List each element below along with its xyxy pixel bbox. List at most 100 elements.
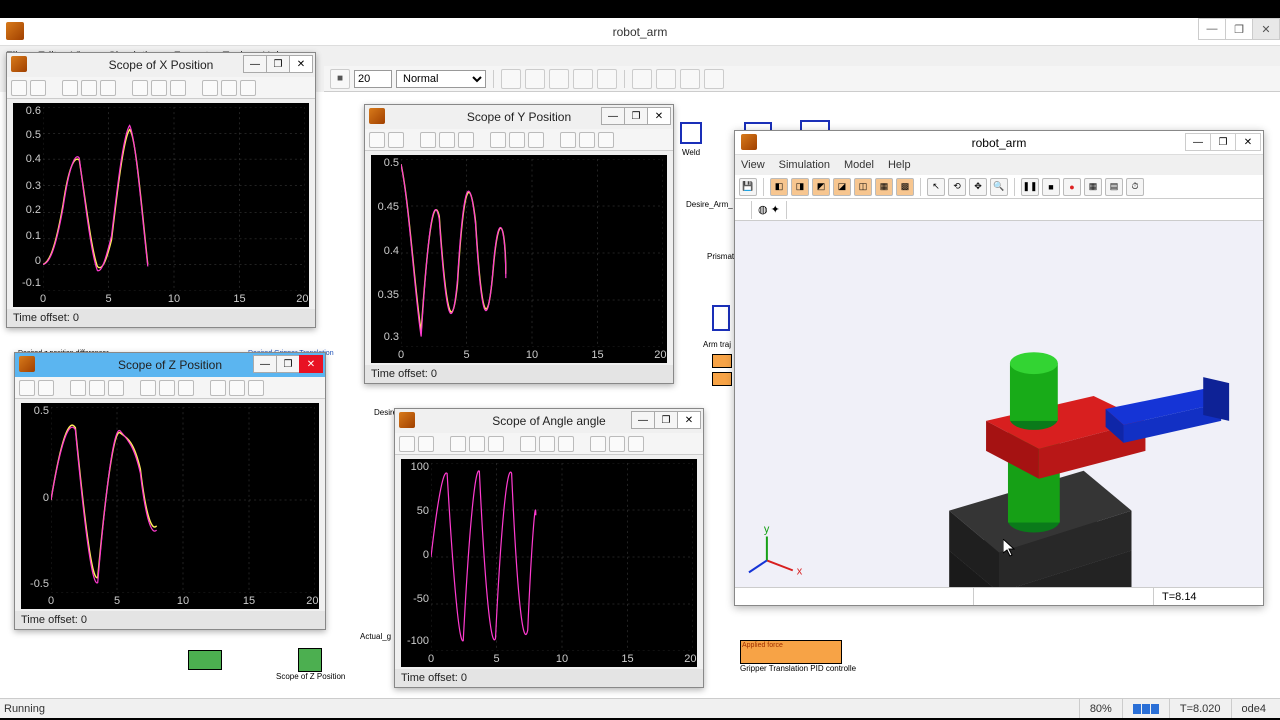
- maximize-button[interactable]: ❐: [1210, 133, 1236, 151]
- block-weld[interactable]: [680, 122, 702, 144]
- scope-angle-window[interactable]: Scope of Angle angle —❐✕ 10050 0-50 -100…: [394, 408, 704, 688]
- block-pid[interactable]: Applied force: [740, 640, 842, 664]
- save-axes-icon[interactable]: [539, 436, 555, 452]
- cube-icon[interactable]: ◪: [833, 178, 851, 196]
- restore-axes-icon[interactable]: [558, 436, 574, 452]
- autoscale-icon[interactable]: [490, 132, 506, 148]
- close-button[interactable]: ✕: [647, 107, 671, 125]
- stop-time-input[interactable]: [354, 70, 392, 88]
- pause-icon[interactable]: ❚❚: [1021, 178, 1039, 196]
- axes-icon[interactable]: ✦: [771, 203, 780, 216]
- close-button[interactable]: ✕: [1252, 18, 1280, 40]
- tb-icon[interactable]: [525, 69, 545, 89]
- cube-icon[interactable]: ◫: [854, 178, 872, 196]
- params-icon[interactable]: [30, 80, 46, 96]
- zoom-icon[interactable]: [450, 436, 466, 452]
- cube-icon[interactable]: ▩: [896, 178, 914, 196]
- pan-icon[interactable]: ✥: [969, 178, 987, 196]
- timer-icon[interactable]: ⏱: [1126, 178, 1144, 196]
- minimize-button[interactable]: —: [601, 107, 625, 125]
- lock-icon[interactable]: [609, 436, 625, 452]
- cube-icon[interactable]: ◨: [791, 178, 809, 196]
- mechanics-explorer-window[interactable]: robot_arm —❐✕ View Simulation Model Help…: [734, 130, 1264, 606]
- maximize-button[interactable]: ❐: [266, 55, 290, 73]
- minimize-button[interactable]: —: [253, 355, 277, 373]
- rotate-icon[interactable]: ⟲: [948, 178, 966, 196]
- block-green[interactable]: [188, 650, 222, 670]
- menu-simulation[interactable]: Simulation: [779, 159, 830, 171]
- maximize-button[interactable]: ❐: [1225, 18, 1253, 40]
- tb-icon[interactable]: [501, 69, 521, 89]
- save-axes-icon[interactable]: [159, 380, 175, 396]
- restore-axes-icon[interactable]: [528, 132, 544, 148]
- zoom-icon[interactable]: [70, 380, 86, 396]
- print-icon[interactable]: [399, 436, 415, 452]
- zoom-x-icon[interactable]: [89, 380, 105, 396]
- 3d-viewport[interactable]: x y: [735, 221, 1263, 587]
- scope-x-window[interactable]: Scope of X Position —❐✕ 0.60.5 0.40.3 0.…: [6, 52, 316, 328]
- float-icon[interactable]: [210, 380, 226, 396]
- menu-model[interactable]: Model: [844, 159, 874, 171]
- grid-icon[interactable]: ▤: [1105, 178, 1123, 196]
- lock-icon[interactable]: [221, 80, 237, 96]
- tb-icon[interactable]: [680, 69, 700, 89]
- minimize-button[interactable]: —: [243, 55, 267, 73]
- scope-z-window[interactable]: Scope of Z Position —❐✕ 0.5 0 -0.5 05 10…: [14, 352, 326, 630]
- close-button[interactable]: ✕: [677, 411, 701, 429]
- block-scope-z[interactable]: [298, 648, 322, 672]
- print-icon[interactable]: [19, 380, 35, 396]
- menu-help[interactable]: Help: [888, 159, 911, 171]
- grid-icon[interactable]: ▦: [1084, 178, 1102, 196]
- save-icon[interactable]: 💾: [739, 178, 757, 196]
- minimize-button[interactable]: —: [1185, 133, 1211, 151]
- restore-axes-icon[interactable]: [170, 80, 186, 96]
- lock-icon[interactable]: [579, 132, 595, 148]
- autoscale-icon[interactable]: [520, 436, 536, 452]
- cube-icon[interactable]: ▦: [875, 178, 893, 196]
- params-icon[interactable]: [418, 436, 434, 452]
- menu-view[interactable]: View: [741, 159, 765, 171]
- scope-y-window[interactable]: Scope of Y Position —❐✕ 0.50.45 0.40.35 …: [364, 104, 674, 384]
- globe-icon[interactable]: ◍: [758, 203, 768, 216]
- zoom-x-icon[interactable]: [469, 436, 485, 452]
- cube-icon[interactable]: ◩: [812, 178, 830, 196]
- pointer-icon[interactable]: ↖: [927, 178, 945, 196]
- signal-icon[interactable]: [248, 380, 264, 396]
- tb-icon[interactable]: [573, 69, 593, 89]
- main-titlebar[interactable]: robot_arm — ❐ ✕: [0, 18, 1280, 46]
- maximize-button[interactable]: ❐: [624, 107, 648, 125]
- save-axes-icon[interactable]: [151, 80, 167, 96]
- zoom-x-icon[interactable]: [81, 80, 97, 96]
- params-icon[interactable]: [388, 132, 404, 148]
- maximize-button[interactable]: ❐: [276, 355, 300, 373]
- rec-icon[interactable]: ●: [1063, 178, 1081, 196]
- tb-icon[interactable]: [549, 69, 569, 89]
- zoom-x-icon[interactable]: [439, 132, 455, 148]
- autoscale-icon[interactable]: [132, 80, 148, 96]
- stop-icon[interactable]: ■: [1042, 178, 1060, 196]
- minimize-button[interactable]: —: [631, 411, 655, 429]
- mech-menubar[interactable]: View Simulation Model Help: [735, 155, 1263, 175]
- zoom-y-icon[interactable]: [108, 380, 124, 396]
- tb-icon[interactable]: [597, 69, 617, 89]
- cube-icon[interactable]: ◧: [770, 178, 788, 196]
- signal-icon[interactable]: [598, 132, 614, 148]
- save-axes-icon[interactable]: [509, 132, 525, 148]
- close-button[interactable]: ✕: [299, 355, 323, 373]
- zoom-icon[interactable]: [420, 132, 436, 148]
- autoscale-icon[interactable]: [140, 380, 156, 396]
- zoom-y-icon[interactable]: [458, 132, 474, 148]
- sim-mode-select[interactable]: Normal: [396, 70, 486, 88]
- stop-button[interactable]: ■: [330, 69, 350, 89]
- restore-axes-icon[interactable]: [178, 380, 194, 396]
- signal-icon[interactable]: [628, 436, 644, 452]
- tb-icon[interactable]: [704, 69, 724, 89]
- signal-icon[interactable]: [240, 80, 256, 96]
- zoom-icon[interactable]: 🔍: [990, 178, 1008, 196]
- close-button[interactable]: ✕: [1235, 133, 1261, 151]
- minimize-button[interactable]: —: [1198, 18, 1226, 40]
- block-prismatic[interactable]: [712, 305, 730, 331]
- print-icon[interactable]: [11, 80, 27, 96]
- zoom-y-icon[interactable]: [488, 436, 504, 452]
- print-icon[interactable]: [369, 132, 385, 148]
